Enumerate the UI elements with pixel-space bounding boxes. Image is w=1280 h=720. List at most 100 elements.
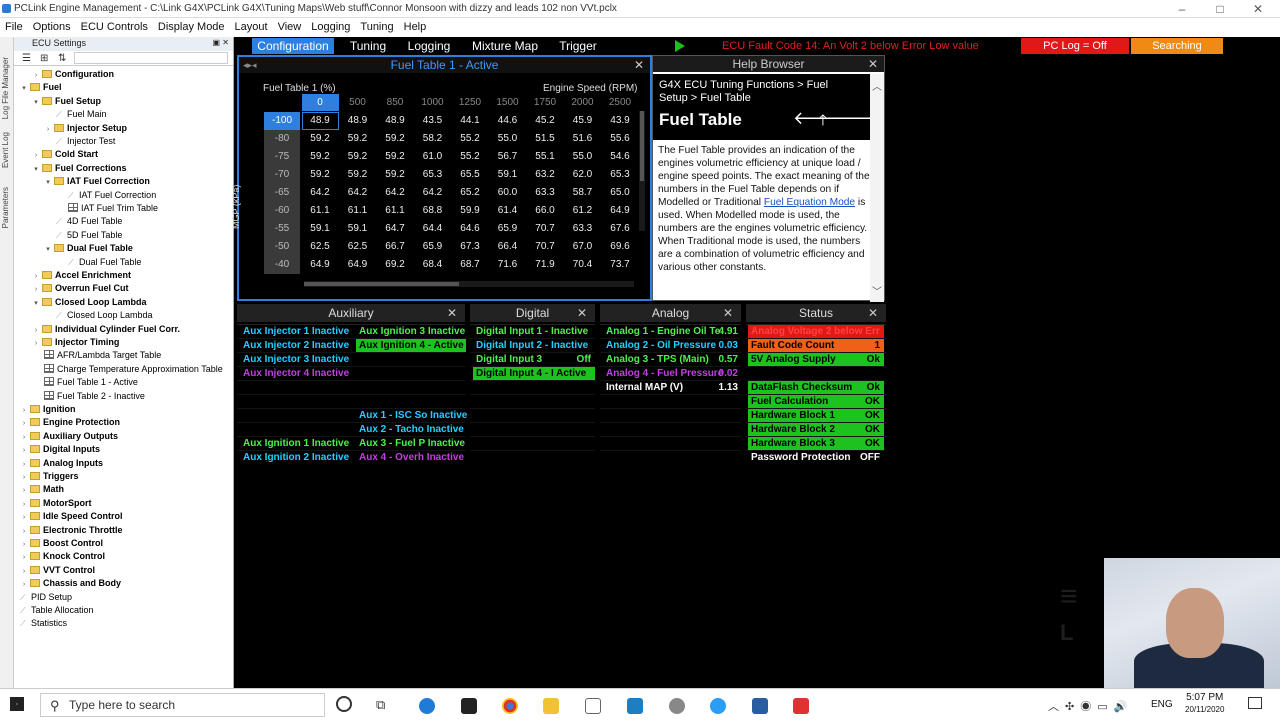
tree-item[interactable]: IAT Fuel Trim Table (68, 202, 158, 215)
rpm-header[interactable]: 1000 (414, 94, 451, 111)
menu-display-mode[interactable]: Display Mode (153, 18, 230, 37)
rpm-header[interactable]: 2000 (564, 94, 601, 111)
tree-item[interactable]: › Configuration (32, 68, 114, 81)
fuel-cell[interactable]: 60.0 (489, 184, 526, 202)
fuel-cell[interactable]: 64.2 (377, 184, 414, 202)
system-tray-icons[interactable]: ︿✣◉▭🔊 (1048, 698, 1133, 714)
fuel-cell[interactable]: 55.0 (489, 130, 526, 148)
tree-item[interactable]: › Boost Control (20, 537, 103, 550)
fuel-cell[interactable]: 73.7 (602, 256, 639, 274)
pc-log-status[interactable]: PC Log = Off (1021, 38, 1129, 54)
fuel-cell[interactable]: 65.3 (602, 166, 639, 184)
tree-item[interactable]: ⟋ Table Allocation (20, 604, 94, 617)
tree-item[interactable]: Charge Temperature Approximation Table (44, 363, 223, 376)
tree-item[interactable]: ▾ IAT Fuel Correction (44, 175, 150, 188)
fuel-cell[interactable]: 59.2 (302, 148, 339, 166)
fuel-cell[interactable]: 43.9 (602, 112, 639, 130)
expand-icon[interactable]: › (20, 417, 28, 430)
mgp-header[interactable]: -50 (264, 238, 300, 256)
tree-item[interactable]: ⟋ 5D Fuel Table (56, 229, 122, 242)
tree-item[interactable]: › Electronic Throttle (20, 524, 123, 537)
pclink-active-icon[interactable] (752, 698, 768, 714)
tree-item[interactable]: › Injector Timing (32, 336, 120, 349)
fuel-cell[interactable]: 64.9 (339, 256, 376, 274)
close-icon[interactable]: ✕ (447, 304, 457, 322)
fuel-cell[interactable]: 61.4 (489, 202, 526, 220)
vertical-scrollbar[interactable] (639, 111, 645, 231)
sort-icon[interactable]: ⇅ (58, 53, 66, 64)
fuel-cell[interactable]: 66.7 (377, 238, 414, 256)
expand-icon[interactable]: ▾ (20, 82, 28, 95)
fuel-cell[interactable]: 68.7 (452, 256, 489, 274)
expand-icon[interactable]: › (20, 565, 28, 578)
expand-icon[interactable]: ▾ (32, 96, 40, 109)
expand-icon[interactable]: ▾ (44, 176, 52, 189)
rpm-header[interactable]: 0 (301, 94, 339, 111)
fuel-cell[interactable]: 62.0 (564, 166, 601, 184)
fuel-cell[interactable]: 59.2 (339, 148, 376, 166)
tree-item[interactable]: › Knock Control (20, 550, 105, 563)
edge-icon[interactable] (419, 698, 435, 714)
notepad-icon[interactable] (585, 698, 601, 714)
side-tab-1[interactable]: Event Log (1, 132, 10, 168)
tree-item[interactable]: ⟋ PID Setup (20, 591, 72, 604)
fuel-cell[interactable]: 67.3 (452, 238, 489, 256)
fuel-cell[interactable]: 62.5 (302, 238, 339, 256)
fuel-cell[interactable]: 54.6 (602, 148, 639, 166)
tab-tuning[interactable]: Tuning (338, 38, 398, 54)
task-view-icon[interactable]: ⧉ (376, 697, 385, 713)
expand-icon[interactable]: › (20, 431, 28, 444)
tree-item[interactable]: › Ignition (20, 403, 76, 416)
fuel-cell[interactable]: 48.9 (301, 112, 339, 130)
list-view-icon[interactable]: ☰ (22, 53, 31, 64)
up-arrow-icon[interactable]: 🡑 (819, 110, 827, 135)
expand-icon[interactable]: › (32, 324, 40, 337)
rpm-header[interactable]: 2500 (602, 94, 639, 111)
tree-item[interactable]: › Math (20, 483, 64, 496)
expand-icon[interactable]: › (44, 123, 52, 136)
fuel-cell[interactable]: 48.9 (377, 112, 414, 130)
tree-item[interactable]: ⟋ IAT Fuel Correction (68, 189, 156, 202)
cortana-icon[interactable] (336, 696, 352, 712)
fuel-cell[interactable]: 65.5 (452, 166, 489, 184)
settings-gear-icon[interactable] (669, 698, 685, 714)
fuel-cell[interactable]: 64.4 (414, 220, 451, 238)
fuel-cell[interactable]: 65.3 (414, 166, 451, 184)
menu-ecu-controls[interactable]: ECU Controls (76, 18, 153, 37)
menu-tuning[interactable]: Tuning (355, 18, 398, 37)
fuel-cell[interactable]: 59.2 (339, 166, 376, 184)
fuel-cell[interactable]: 48.9 (339, 112, 376, 130)
tree-item[interactable]: ⟋ 4D Fuel Table (56, 215, 122, 228)
fuel-cell[interactable]: 55.2 (452, 148, 489, 166)
fuel-cell[interactable]: 70.4 (564, 256, 601, 274)
fuel-cell[interactable]: 64.9 (302, 256, 339, 274)
tree-item[interactable]: › Auxiliary Outputs (20, 430, 118, 443)
fuel-cell[interactable]: 51.5 (527, 130, 564, 148)
close-icon[interactable]: ✕ (868, 56, 878, 72)
tree-item[interactable]: › Accel Enrichment (32, 269, 131, 282)
fuel-equation-mode-link[interactable]: Fuel Equation Mode (764, 197, 855, 208)
fuel-cell[interactable]: 65.2 (452, 184, 489, 202)
tree-item[interactable]: › Injector Setup (44, 122, 127, 135)
fuel-cell[interactable]: 64.2 (414, 184, 451, 202)
menu-view[interactable]: View (273, 18, 307, 37)
rpm-header[interactable]: 850 (377, 94, 414, 111)
side-tab-0[interactable]: Log File Manager (1, 57, 10, 119)
notifications-icon[interactable] (1248, 697, 1262, 709)
expand-icon[interactable]: › (20, 404, 28, 417)
grid-view-icon[interactable]: ⊞ (40, 53, 48, 64)
tree-item[interactable]: › Idle Speed Control (20, 510, 123, 523)
expand-icon[interactable]: ▾ (32, 163, 40, 176)
tree-item[interactable]: › Triggers (20, 470, 79, 483)
fuel-cell[interactable]: 55.6 (602, 130, 639, 148)
expand-icon[interactable]: › (20, 538, 28, 551)
pin-icon[interactable]: ▣ ✕ (213, 38, 229, 47)
tree-item[interactable]: › Analog Inputs (20, 457, 103, 470)
tab-trigger[interactable]: Trigger (552, 38, 604, 54)
fuel-cell[interactable]: 59.1 (302, 220, 339, 238)
expand-icon[interactable]: › (20, 458, 28, 471)
tree-item[interactable]: ▾ Fuel Setup (32, 95, 101, 108)
close-icon[interactable]: ✕ (723, 304, 733, 322)
expand-icon[interactable]: › (20, 511, 28, 524)
expand-icon[interactable]: ▾ (44, 243, 52, 256)
